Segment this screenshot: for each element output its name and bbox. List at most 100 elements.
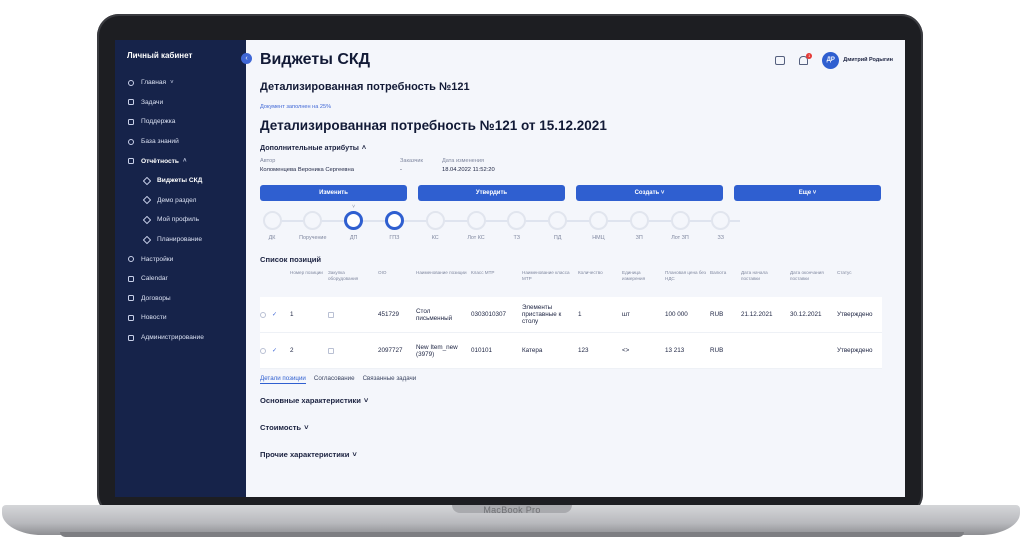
action-bar: Изменить Утвердить Создать ˅ Еще ˅: [260, 185, 893, 201]
equipment-checkbox[interactable]: [328, 347, 378, 354]
cell-currency: RUB: [710, 347, 724, 354]
sidebar-item-skd-widgets[interactable]: Виджеты СКД: [115, 171, 246, 191]
step-9[interactable]: НМЦ: [578, 211, 618, 241]
cell-currency: RUB: [710, 311, 724, 318]
step-2[interactable]: Поручение: [293, 211, 333, 241]
cell-end-date: 30.12.2021: [790, 311, 822, 318]
sidebar-item-label: Демо раздел: [157, 196, 197, 204]
cell-oio: 2097727: [378, 347, 403, 354]
step-3[interactable]: ˅ ДП: [334, 204, 374, 241]
table-row[interactable]: ✓ 2 2097727 New Item_new (3979) 010101 К…: [260, 333, 882, 369]
sidebar-item-tasks[interactable]: Задачи: [115, 93, 246, 113]
step-label: ДП: [349, 235, 358, 241]
chevron-down-icon: ˅: [304, 423, 309, 432]
step-12[interactable]: ЗЗ: [701, 211, 741, 241]
column-header: Единица измерения: [622, 270, 646, 281]
column-header: ОIO: [378, 270, 387, 275]
bell-icon[interactable]: 1: [799, 52, 813, 65]
step-1[interactable]: ДК: [252, 211, 292, 241]
group-label: Основные характеристики: [260, 396, 361, 405]
row-select[interactable]: [260, 311, 272, 318]
document-subtitle: Детализированная потребность №121: [260, 81, 470, 93]
sidebar-item-label: Новости: [141, 314, 167, 322]
cell-class-name: Элементы приставные к столу: [522, 304, 562, 325]
sidebar-item-planning[interactable]: Планирование: [115, 230, 246, 250]
step-11[interactable]: Лот ЗП: [660, 211, 700, 241]
sidebar-item-label: Главная: [141, 79, 167, 87]
home-icon: [128, 79, 134, 86]
checkbox-icon: [328, 347, 334, 354]
top-actions: 1 ДР Дмитрий Родыгин: [775, 51, 893, 69]
sidebar-item-admin[interactable]: Администрирование: [115, 328, 246, 348]
list-icon: [128, 295, 134, 302]
approve-button[interactable]: Утвердить: [418, 185, 565, 201]
edit-button[interactable]: Изменить: [260, 185, 407, 201]
user-menu[interactable]: ДР Дмитрий Родыгин: [822, 51, 893, 69]
tab-position-details[interactable]: Детали позиции: [260, 375, 306, 384]
positions-table: Номер позиции Закупка оборудования ОIO Н…: [260, 270, 882, 369]
sidebar-item-label: Настройки: [141, 255, 174, 263]
tab-approval[interactable]: Согласование: [314, 375, 355, 384]
sidebar-item-label: Поддержка: [141, 118, 176, 126]
sidebar-item-news[interactable]: Новости: [115, 308, 246, 328]
sidebar-item-reports[interactable]: Отчётность ˄: [115, 151, 246, 171]
step-8[interactable]: ПД: [538, 211, 578, 241]
table-row[interactable]: ✓ 1 451729 Стол письменный 0303010307 Эл…: [260, 297, 882, 333]
check-icon: ✓: [272, 312, 278, 318]
step-5[interactable]: КС: [415, 211, 455, 241]
cell-quantity: 1: [578, 311, 582, 318]
chat-icon[interactable]: [775, 55, 786, 65]
sidebar-item-label: Задачи: [141, 98, 164, 106]
step-7[interactable]: ТЗ: [497, 211, 537, 241]
sidebar-item-home[interactable]: Главная ˅: [115, 73, 246, 93]
sidebar-item-profile[interactable]: Мой профиль: [115, 210, 246, 230]
group-label: Прочие характеристики: [260, 450, 350, 459]
sidebar-item-calendar[interactable]: Calendar: [115, 269, 246, 289]
cell-name: New Item_new (3979): [416, 343, 458, 358]
attr-value: -: [400, 167, 402, 173]
group-main-characteristics[interactable]: Основные характеристики ˅: [260, 396, 893, 405]
step-10[interactable]: ЗП: [619, 211, 659, 241]
attr-value: Коломенцева Вероника Сергеевна: [260, 167, 354, 173]
group-cost[interactable]: Стоимость ˅: [260, 423, 893, 432]
sidebar-item-demo[interactable]: Демо раздел: [115, 191, 246, 211]
step-4[interactable]: ГПЗ: [374, 211, 414, 241]
additional-attributes-toggle[interactable]: Дополнительные атрибуты ˄: [260, 143, 893, 152]
sidebar-item-label: Виджеты СКД: [157, 177, 203, 185]
cell-class-name: Катера: [522, 347, 543, 354]
radio-icon: [260, 311, 266, 318]
sidebar-item-label: Договоры: [141, 294, 171, 302]
column-header: Статус: [837, 270, 852, 275]
column-header: Наименование класса МТР: [522, 270, 570, 281]
create-dropdown-button[interactable]: Создать ˅: [576, 185, 723, 201]
document-title: Детализированная потребность №121 от 15.…: [260, 118, 607, 133]
sidebar-item-support[interactable]: Поддержка: [115, 112, 246, 132]
sidebar-item-label: База знаний: [141, 138, 179, 146]
step-label: ЗЗ: [717, 235, 725, 241]
column-header: Наименование позиции: [416, 270, 467, 275]
tab-related-tasks[interactable]: Связанные задачи: [363, 375, 417, 384]
step-circle: [303, 211, 323, 230]
sidebar-item-settings[interactable]: Настройки: [115, 249, 246, 269]
chevron-up-icon: ˄: [182, 158, 187, 165]
row-select[interactable]: [260, 347, 272, 354]
column-header: Класс МТР: [471, 270, 495, 275]
step-label: ЗП: [635, 235, 643, 241]
attr-customer: Заказчик -: [400, 158, 432, 173]
sidebar-item-knowledge-base[interactable]: База знаний: [115, 132, 246, 152]
group-other-characteristics[interactable]: Прочие характеристики ˅: [260, 450, 893, 459]
widget-icon: [142, 235, 152, 244]
process-stepper: ДК Поручение ˅ ДП ГПЗ КС Лот КС ТЗ ПД НМЦ ЗП Лот ЗП…: [260, 204, 760, 247]
group-label: Стоимость: [260, 423, 302, 432]
sidebar-item-contracts[interactable]: Договоры: [115, 289, 246, 309]
step-6[interactable]: Лот КС: [456, 211, 496, 241]
topbar: Виджеты СКД 1 ДР Дмитрий Родыгин: [260, 50, 893, 70]
radio-icon: [260, 347, 266, 354]
more-dropdown-button[interactable]: Еще ˅: [734, 185, 881, 201]
cell-price: 13 213: [665, 347, 685, 354]
equipment-checkbox[interactable]: [328, 311, 378, 318]
cell-status: Утверждено: [837, 311, 873, 318]
cell-number: 2: [290, 347, 294, 354]
sidebar-title: Личный кабинет: [127, 51, 193, 60]
collapse-sidebar-button[interactable]: ‹: [241, 53, 252, 64]
